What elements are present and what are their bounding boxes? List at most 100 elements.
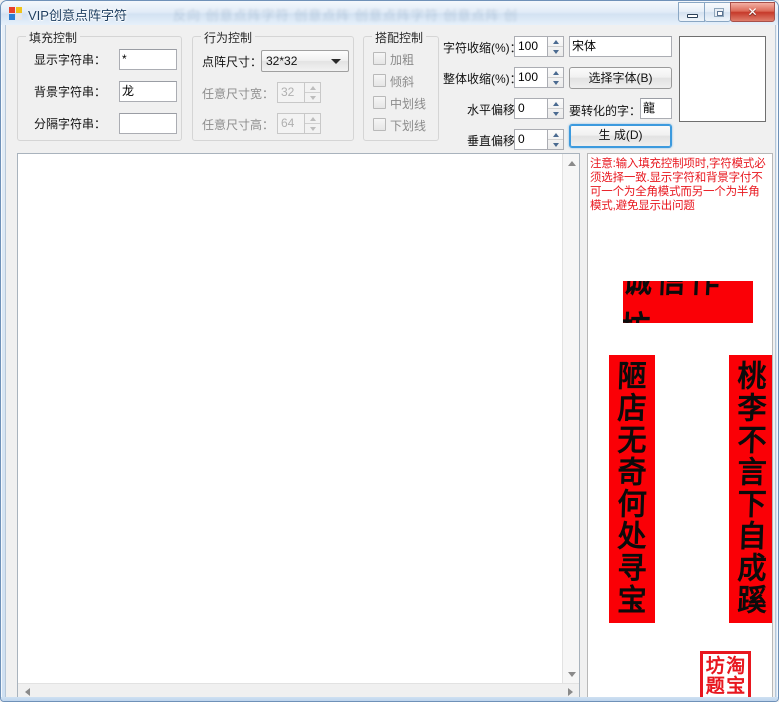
banner-left-char: 寻 xyxy=(616,550,648,587)
preview-box xyxy=(679,36,766,122)
whole-shrink-label: 整体收缩(%)： xyxy=(443,72,522,86)
custom-width-value: 32 xyxy=(277,82,304,103)
close-icon: ✕ xyxy=(747,5,758,19)
spin-up-icon[interactable] xyxy=(548,99,563,108)
separator-string-input[interactable] xyxy=(119,113,177,134)
convert-char-label: 要转化的字： xyxy=(569,104,642,118)
style-control-group: 搭配控制 加粗 倾斜 中划线 下划线 xyxy=(363,29,439,141)
checkbox-box[interactable] xyxy=(373,52,386,65)
canvas-vertical-scrollbar[interactable] xyxy=(562,154,579,683)
background-string-input[interactable]: 龙 xyxy=(119,81,177,102)
checkbox-box[interactable] xyxy=(373,118,386,131)
checkbox-label: 下划线 xyxy=(390,119,427,133)
v-offset-value[interactable]: 0 xyxy=(514,129,547,150)
spin-up-icon[interactable] xyxy=(548,37,563,46)
canvas-surface[interactable] xyxy=(18,154,579,698)
custom-width-stepper[interactable]: 32 xyxy=(277,82,321,103)
char-shrink-stepper[interactable]: 100 xyxy=(514,36,564,57)
v-offset-stepper[interactable]: 0 xyxy=(514,129,564,150)
whole-shrink-stepper[interactable]: 100 xyxy=(514,67,564,88)
custom-width-spin-buttons[interactable] xyxy=(304,82,321,103)
close-button[interactable]: ✕ xyxy=(730,2,775,22)
custom-height-value: 64 xyxy=(277,113,304,134)
checkbox-box[interactable] xyxy=(373,74,386,87)
banner-left-char: 处 xyxy=(616,518,648,555)
whole-shrink-value[interactable]: 100 xyxy=(514,67,547,88)
banner-right-char: 李 xyxy=(736,390,768,427)
spin-up-icon[interactable] xyxy=(548,68,563,77)
scroll-down-icon[interactable] xyxy=(563,666,580,683)
right-info-panel: 注意:输入填充控制项时,字符模式必须选择一致.显示字符和背景字付不可一个为全角模… xyxy=(587,153,773,699)
maximize-button[interactable] xyxy=(704,2,731,22)
spin-down-icon[interactable] xyxy=(548,46,563,56)
banner-left-char: 何 xyxy=(616,486,648,523)
whole-shrink-spin-buttons[interactable] xyxy=(547,67,564,88)
separator-string-label: 分隔字符串： xyxy=(34,117,107,131)
window-frame: VIP创意点阵字符 反向 创意点阵字符 创意点阵 创意点阵字符 创意点阵 创 ✕… xyxy=(0,0,779,702)
style-control-legend: 搭配控制 xyxy=(372,29,427,46)
custom-height-stepper[interactable]: 64 xyxy=(277,113,321,134)
checkbox-underline[interactable]: 下划线 xyxy=(373,117,435,133)
fill-control-group: 填充控制 显示字符串： * 背景字符串： 龙 分隔字符串： xyxy=(17,29,182,141)
title-bar[interactable]: VIP创意点阵字符 反向 创意点阵字符 创意点阵 创意点阵字符 创意点阵 创 ✕ xyxy=(1,1,778,25)
banner-left-char: 无 xyxy=(616,422,648,459)
application-window: VIP创意点阵字符 反向 创意点阵字符 创意点阵 创意点阵字符 创意点阵 创 ✕… xyxy=(0,0,779,702)
canvas-horizontal-scrollbar[interactable] xyxy=(18,683,579,698)
spin-up-icon[interactable] xyxy=(305,83,320,92)
banner-left-vertical: 陋 店 无 奇 何 处 寻 宝 xyxy=(609,355,655,623)
seal-grid: 坊 淘 题 宝 xyxy=(705,656,746,697)
scroll-up-icon[interactable] xyxy=(563,154,580,171)
choose-font-button[interactable]: 选择字体(B) xyxy=(569,67,672,89)
font-name-input[interactable]: 宋体 xyxy=(569,36,672,57)
banner-right-vertical: 桃 李 不 言 下 自 成 蹊 xyxy=(729,355,772,623)
spin-down-icon[interactable] xyxy=(305,92,320,102)
custom-height-spin-buttons[interactable] xyxy=(304,113,321,134)
checkbox-italic[interactable]: 倾斜 xyxy=(373,73,435,89)
spin-down-icon[interactable] xyxy=(548,108,563,118)
banner-right-char: 言 xyxy=(736,454,768,491)
checkbox-label: 倾斜 xyxy=(390,75,415,89)
spin-up-icon[interactable] xyxy=(305,114,320,123)
char-shrink-value[interactable]: 100 xyxy=(514,36,547,57)
checkbox-label: 中划线 xyxy=(390,97,427,111)
banner-left-char: 陋 xyxy=(616,358,648,395)
checkbox-strikethrough[interactable]: 中划线 xyxy=(373,95,435,111)
h-offset-spin-buttons[interactable] xyxy=(547,98,564,119)
generate-button[interactable]: 生 成(D) xyxy=(569,124,672,148)
minimize-icon xyxy=(687,14,698,18)
custom-width-label: 任意尺寸宽： xyxy=(202,87,275,101)
h-offset-value[interactable]: 0 xyxy=(514,98,547,119)
convert-char-input[interactable]: 龍 xyxy=(640,98,672,119)
minimize-button[interactable] xyxy=(678,2,705,22)
display-string-input[interactable]: * xyxy=(119,49,177,70)
banner-left-char: 店 xyxy=(616,390,648,427)
seal-char: 坊 xyxy=(705,654,725,677)
app-icon xyxy=(9,7,22,20)
dot-size-combobox[interactable]: 32*32 xyxy=(261,50,349,72)
banner-left-char: 奇 xyxy=(616,454,648,491)
spin-up-icon[interactable] xyxy=(548,130,563,139)
spin-down-icon[interactable] xyxy=(305,123,320,133)
banner-horizontal-text: 诚信作坊 xyxy=(623,281,753,323)
window-title: VIP创意点阵字符 xyxy=(28,8,127,23)
h-offset-stepper[interactable]: 0 xyxy=(514,98,564,119)
char-shrink-label: 字符收缩(%)： xyxy=(443,41,522,55)
title-ghost-text: 反向 创意点阵字符 创意点阵 创意点阵字符 创意点阵 创 xyxy=(173,8,519,23)
spin-down-icon[interactable] xyxy=(548,77,563,87)
checkbox-box[interactable] xyxy=(373,96,386,109)
behavior-control-group: 行为控制 点阵尺寸： 32*32 任意尺寸宽： 32 任意尺寸高： 64 xyxy=(192,29,354,141)
background-string-label: 背景字符串： xyxy=(34,85,107,99)
banner-right-char: 成 xyxy=(736,550,768,587)
spin-down-icon[interactable] xyxy=(548,139,563,149)
dot-size-value: 32*32 xyxy=(266,54,298,68)
banner-right-char: 桃 xyxy=(736,358,768,395)
v-offset-spin-buttons[interactable] xyxy=(547,129,564,150)
behavior-control-legend: 行为控制 xyxy=(201,29,256,46)
window-bottom-strip xyxy=(1,697,778,701)
checkbox-bold[interactable]: 加粗 xyxy=(373,51,435,67)
dot-size-label: 点阵尺寸： xyxy=(202,55,263,69)
dot-matrix-canvas[interactable] xyxy=(17,153,580,699)
banner-left-char: 宝 xyxy=(616,582,648,619)
char-shrink-spin-buttons[interactable] xyxy=(547,36,564,57)
display-string-label: 显示字符串： xyxy=(34,53,107,67)
